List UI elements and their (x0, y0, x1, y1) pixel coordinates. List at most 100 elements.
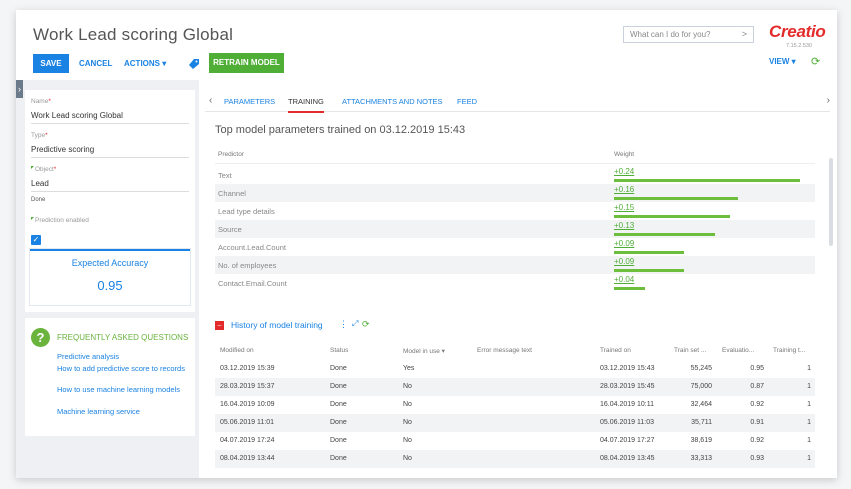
refresh-icon[interactable]: ⟳ (362, 319, 370, 330)
faq-link[interactable]: Machine learning service (57, 407, 187, 416)
collapse-icon[interactable]: – (215, 321, 224, 330)
table-cell: 0.93 (750, 455, 764, 462)
predictor-weight[interactable]: +0.13 (614, 221, 634, 230)
predictor-weight[interactable]: +0.09 (614, 239, 634, 248)
retrain-model-button[interactable]: RETRAIN MODEL (209, 53, 284, 73)
predictor-name: Lead type details (218, 207, 275, 216)
collapse-panel-icon[interactable]: › (16, 80, 23, 98)
app-window: Work Lead scoring Global SAVE CANCEL ACT… (16, 10, 837, 478)
prediction-enabled-checkbox[interactable]: ✓ (31, 235, 41, 245)
column-header[interactable]: Model in use ▾ (403, 347, 445, 355)
table-cell: 03.12.2019 15:43 (600, 365, 655, 372)
predictor-row: No. of employees +0.09 (215, 256, 815, 274)
save-button[interactable]: SAVE (33, 54, 69, 73)
predictor-name: Channel (218, 189, 246, 198)
predictor-weight[interactable]: +0.15 (614, 203, 634, 212)
table-cell: 0.95 (750, 365, 764, 372)
cancel-button[interactable]: CANCEL (74, 54, 117, 73)
predictor-row: Account.Lead.Count +0.09 (215, 238, 815, 256)
column-header[interactable]: Training t... (773, 347, 805, 354)
table-cell: 16.04.2019 10:11 (600, 401, 654, 408)
table-cell: 0.87 (750, 383, 764, 390)
predictor-table-header: Predictor Weight (215, 148, 815, 164)
table-cell: 04.07.2019 17:24 (220, 437, 275, 444)
table-cell: 55,245 (690, 365, 712, 372)
version-text: 7.15.2.530 (786, 43, 812, 49)
table-row[interactable]: 28.03.2019 15:37 Done No 28.03.2019 15:45 75… (215, 378, 815, 396)
column-header[interactable]: Error message text (477, 347, 532, 354)
tag-icon[interactable] (188, 57, 200, 69)
actions-button[interactable]: ACTIONS ▾ (120, 54, 170, 73)
weight-bar (614, 215, 730, 218)
table-cell: No (403, 401, 412, 408)
question-icon: ? (31, 328, 50, 347)
expand-icon[interactable]: ⤢ (352, 319, 358, 329)
faq-link[interactable]: Predictive analysis (57, 352, 187, 361)
column-header[interactable]: Modified on (220, 347, 254, 354)
accuracy-value: 0.95 (97, 278, 123, 293)
table-cell: 0.92 (750, 437, 764, 444)
table-cell: 1 (807, 401, 811, 408)
record-fields-panel: Name* Work Lead scoring Global Type* Pre… (25, 90, 195, 312)
chevron-right-icon[interactable]: › (827, 95, 830, 106)
chevron-right-icon[interactable]: > (742, 27, 747, 42)
main-content: ‹ PARAMETERS TRAINING ATTACHMENTS AND NO… (205, 90, 833, 478)
weight-bar (614, 269, 684, 272)
table-cell: Yes (403, 365, 415, 372)
predictor-weight[interactable]: +0.04 (614, 275, 634, 284)
table-cell: 08.04.2019 13:45 (600, 455, 655, 462)
predictor-weight[interactable]: +0.16 (614, 185, 634, 194)
history-title[interactable]: History of model training (231, 320, 323, 330)
table-cell: Done (330, 455, 347, 462)
tab-parameters[interactable]: PARAMETERS (224, 97, 275, 106)
type-label: Type* (31, 132, 48, 139)
more-options-icon[interactable]: ⋮ (339, 319, 348, 330)
page-title: Work Lead scoring Global (33, 25, 234, 44)
table-cell: 05.06.2019 11:03 (600, 419, 654, 426)
table-cell: 03.12.2019 15:39 (220, 365, 275, 372)
table-cell: 33,313 (690, 455, 712, 462)
faq-link[interactable]: How to use machine learning models (57, 385, 187, 394)
table-cell: 1 (807, 455, 811, 462)
table-row[interactable]: 03.12.2019 15:39 Done Yes 03.12.2019 15:43 5… (215, 360, 815, 378)
object-field[interactable]: Lead (31, 179, 189, 192)
table-cell: No (403, 383, 412, 390)
weight-bar (614, 197, 738, 200)
table-row[interactable]: 04.07.2019 17:24 Done No 04.07.2019 17:27 38… (215, 432, 815, 450)
predictor-weight[interactable]: +0.24 (614, 167, 634, 176)
scrollbar[interactable] (829, 158, 833, 246)
column-header[interactable]: Trained on (600, 347, 631, 354)
table-cell: 1 (807, 365, 811, 372)
faq-link[interactable]: How to add predictive score to records (57, 364, 187, 373)
table-cell: 75,000 (690, 383, 712, 390)
column-header[interactable]: Train set ... (674, 347, 706, 354)
table-cell: Done (330, 437, 347, 444)
table-row[interactable]: 08.04.2019 13:44 Done No 08.04.2019 13:45 33… (215, 450, 815, 468)
predictor-weight[interactable]: +0.09 (614, 257, 634, 266)
name-field[interactable]: Work Lead scoring Global (31, 111, 189, 124)
tab-feed[interactable]: FEED (457, 97, 477, 106)
expected-accuracy-widget: Expected Accuracy 0.95 (30, 249, 190, 305)
table-cell: No (403, 437, 412, 444)
table-cell: 1 (807, 383, 811, 390)
table-cell: 08.04.2019 13:44 (220, 455, 275, 462)
chevron-left-icon[interactable]: ‹ (209, 95, 212, 106)
view-button[interactable]: VIEW ▾ (769, 57, 796, 66)
refresh-icon[interactable]: ⟳ (811, 55, 820, 68)
column-header[interactable]: Status (330, 347, 348, 354)
predictor-column-header: Predictor (218, 151, 245, 158)
table-cell: 28.03.2019 15:45 (600, 383, 655, 390)
done-text: Done (31, 197, 46, 203)
search-input[interactable]: What can I do for you? > (623, 26, 754, 43)
table-row[interactable]: 16.04.2019 10:09 Done No 16.04.2019 10:11 32… (215, 396, 815, 414)
table-cell: No (403, 455, 412, 462)
tab-training[interactable]: TRAINING (288, 97, 324, 113)
column-header[interactable]: Evaluatio... (722, 347, 754, 354)
type-field[interactable]: Predictive scoring (31, 145, 189, 158)
tab-attachments-and-notes[interactable]: ATTACHMENTS AND NOTES (342, 97, 443, 106)
table-cell: 1 (807, 437, 811, 444)
table-row[interactable]: 05.06.2019 11:01 Done No 05.06.2019 11:03 35… (215, 414, 815, 432)
weight-bar (614, 251, 684, 254)
table-cell: No (403, 419, 412, 426)
table-cell: 38,619 (690, 437, 712, 444)
